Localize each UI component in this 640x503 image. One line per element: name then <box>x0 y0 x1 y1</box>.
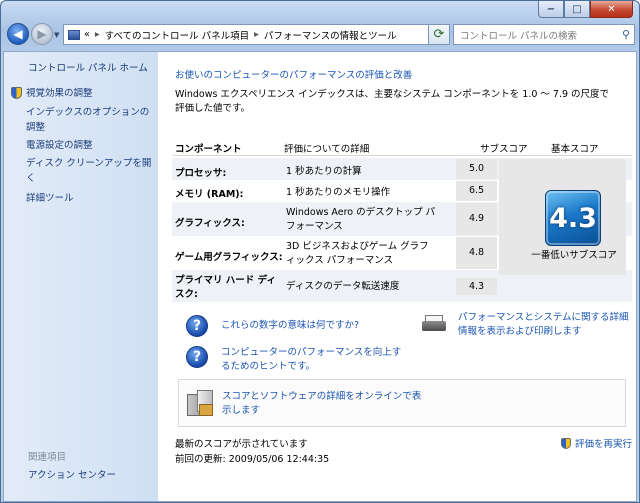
printer-icon <box>422 315 446 333</box>
breadcrumb-all-items[interactable]: すべてのコントロール パネル項目 <box>105 28 249 42</box>
window: − □ ✕ ◀ ▶ ▼ « ▸ すべてのコントロール パネル項目 ▸ パフォーマ… <box>0 0 640 503</box>
uac-shield-icon <box>561 437 571 449</box>
component-detail: 1 秒あたりの計算 <box>286 166 362 177</box>
help-link-tips[interactable]: ? コンピューターのパフォーマンスを向上するためのヒントです。 <box>186 346 406 374</box>
component-name: グラフィックス: <box>175 218 245 229</box>
forward-arrow-icon: ▶ <box>37 27 47 41</box>
subscore-value: 4.9 <box>456 203 497 235</box>
maximize-button[interactable]: □ <box>564 1 590 18</box>
main-panel: お使いのコンピューターのパフォーマンスの評価と改善 Windows エクスペリエ… <box>172 52 632 501</box>
component-name: ゲーム用グラフィックス: <box>175 252 283 263</box>
page-title: お使いのコンピューターのパフォーマンスの評価と改善 <box>175 70 413 81</box>
related-heading: 関連項目 <box>28 452 67 463</box>
rerun-label[interactable]: 評価を再実行 <box>575 436 632 450</box>
base-score-badge: 4.3 <box>545 190 601 246</box>
last-updated: 前回の更新: 2009/05/06 12:44:35 <box>175 454 330 465</box>
base-score-label: 一番低いサブスコア <box>531 250 617 261</box>
sidebar-item-home[interactable]: コントロール パネル ホーム <box>28 61 156 76</box>
online-details-box: スコアとソフトウェアの詳細をオンラインで表示します <box>178 379 626 427</box>
latest-score-status: 最新のスコアが示されています <box>175 439 308 450</box>
refresh-button[interactable]: ⟳ <box>428 24 450 45</box>
component-detail: 3D ビジネスおよびゲーム グラフィックス パフォーマンス <box>286 241 429 266</box>
component-detail: ディスクのデータ転送速度 <box>286 281 400 292</box>
subscore-value: 6.5 <box>456 181 497 201</box>
subscore-value: 4.8 <box>456 237 497 269</box>
sidebar-item-disk-cleanup[interactable]: ディスク クリーンアップを開く <box>26 156 154 186</box>
sidebar-item-visual-effects[interactable]: 視覚効果の調整 <box>26 86 154 101</box>
table-row: ゲーム用グラフィックス: 3D ビジネスおよびゲーム グラフィックス パフォーマ… <box>172 237 497 269</box>
table-row: プロセッサ: 1 秒あたりの計算 5.0 <box>172 159 497 179</box>
subscore-value: 5.0 <box>456 159 497 179</box>
back-button[interactable]: ◀ <box>7 23 29 45</box>
software-box-icon <box>185 388 215 418</box>
subscore-value: 4.3 <box>456 278 497 295</box>
address-bar[interactable]: « ▸ すべてのコントロール パネル項目 ▸ パフォーマンスの情報とツール ▼ <box>63 24 449 45</box>
sidebar-item-power[interactable]: 電源設定の調整 <box>26 138 154 153</box>
table-row: グラフィックス: Windows Aero のデスクトップ パフォーマンス 4.… <box>172 203 497 235</box>
header-subscore: サブスコア <box>480 144 528 155</box>
back-arrow-icon: ◀ <box>13 27 23 41</box>
close-button[interactable]: ✕ <box>590 1 633 18</box>
base-score-panel: 4.3 一番低いサブスコア <box>499 159 626 275</box>
refresh-icon: ⟳ <box>433 27 445 42</box>
uac-shield-icon <box>11 87 22 99</box>
table-header: コンポーネント 評価についての詳細 サブスコア 基本スコア <box>172 134 632 156</box>
history-dropdown[interactable]: ▼ <box>54 31 59 39</box>
help-icon: ? <box>186 315 208 337</box>
search-input[interactable]: コントロール パネルの検索 ⚲ <box>453 24 635 45</box>
navigation-bar: ◀ ▶ ▼ « ▸ すべてのコントロール パネル項目 ▸ パフォーマンスの情報と… <box>1 21 639 51</box>
description: Windows エクスペリエンス インデックスは、主要なシステム コンポーネント… <box>175 89 610 114</box>
search-placeholder: コントロール パネルの検索 <box>460 30 578 42</box>
forward-button[interactable]: ▶ <box>31 23 53 45</box>
help-link-meaning[interactable]: ? これらの数字の意味は何ですか? <box>186 315 359 337</box>
breadcrumb-separator: ▸ <box>94 29 100 40</box>
table-row: プライマリ ハード ディスク: ディスクのデータ転送速度 4.3 <box>172 271 497 301</box>
rerun-assessment-link[interactable]: 評価を再実行 <box>561 436 632 450</box>
sidebar-item-action-center[interactable]: アクション センター <box>28 468 156 483</box>
header-detail: 評価についての詳細 <box>284 144 370 155</box>
component-name: メモリ (RAM): <box>175 189 244 200</box>
header-component: コンポーネント <box>175 144 242 155</box>
table-row: メモリ (RAM): 1 秒あたりのメモリ操作 6.5 <box>172 181 497 201</box>
online-details-link[interactable]: スコアとソフトウェアの詳細をオンラインで表示します <box>222 390 422 418</box>
print-details-link[interactable]: パフォーマンスとシステムに関する詳細情報を表示および印刷します <box>458 311 630 339</box>
breadcrumb-performance[interactable]: パフォーマンスの情報とツール <box>264 28 397 42</box>
help-link-text[interactable]: コンピューターのパフォーマンスを向上するためのヒントです。 <box>221 346 406 374</box>
help-icon: ? <box>186 346 208 368</box>
component-detail: Windows Aero のデスクトップ パフォーマンス <box>286 207 436 232</box>
component-name: プロセッサ: <box>175 168 227 179</box>
search-icon[interactable]: ⚲ <box>622 28 630 41</box>
component-name: プライマリ ハード ディスク: <box>175 275 276 300</box>
component-detail: 1 秒あたりのメモリ操作 <box>286 187 391 198</box>
caption-buttons: − □ ✕ <box>538 1 633 18</box>
content-area: コントロール パネル ホーム 視覚効果の調整 インデックスのオプションの調整 電… <box>3 51 637 502</box>
breadcrumb-separator: ▸ <box>254 29 259 40</box>
sidebar-item-indexing[interactable]: インデックスのオプションの調整 <box>26 105 154 135</box>
minimize-button[interactable]: − <box>538 1 564 18</box>
address-prefix[interactable]: « <box>84 29 90 40</box>
help-link-text[interactable]: これらの数字の意味は何ですか? <box>221 319 359 333</box>
header-basescore: 基本スコア <box>551 144 599 155</box>
sidebar-item-advanced-tools[interactable]: 詳細ツール <box>26 191 154 206</box>
control-panel-icon <box>68 29 80 40</box>
sidebar: コントロール パネル ホーム 視覚効果の調整 インデックスのオプションの調整 電… <box>4 52 158 501</box>
